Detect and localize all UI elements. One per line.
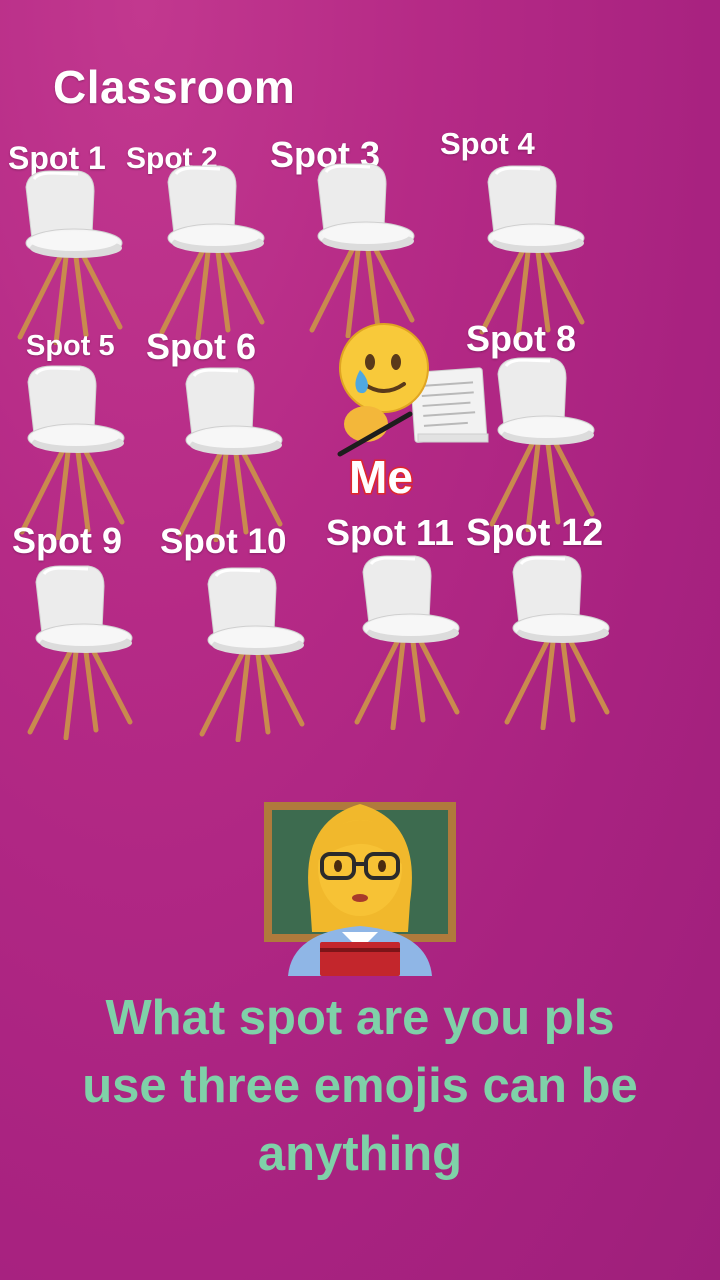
question-text: What spot are you pls use three emojis c… [82, 991, 638, 1181]
spot-label-12: Spot 12 [466, 512, 604, 554]
chair-icon [480, 352, 605, 532]
spot-label-11: Spot 11 [326, 512, 455, 553]
spot-label-9: Spot 9 [12, 520, 123, 561]
spot-label-5: Spot 5 [26, 330, 115, 362]
chair-icon [8, 165, 133, 345]
spot-label-4: Spot 4 [440, 126, 535, 161]
chair-icon [345, 550, 470, 730]
spot-label-10: Spot 10 [160, 522, 287, 561]
chair-icon [300, 158, 425, 338]
teacher-emoji-icon [262, 782, 458, 976]
chair-icon [18, 560, 143, 740]
chair-icon [10, 360, 135, 540]
page-title: Classroom [53, 61, 296, 113]
chair-icon [150, 160, 275, 340]
chair-icon [168, 362, 293, 542]
chair-icon [470, 160, 595, 340]
chair-icon [190, 562, 315, 742]
chair-icon [495, 550, 620, 730]
me-label: Me [348, 450, 415, 505]
